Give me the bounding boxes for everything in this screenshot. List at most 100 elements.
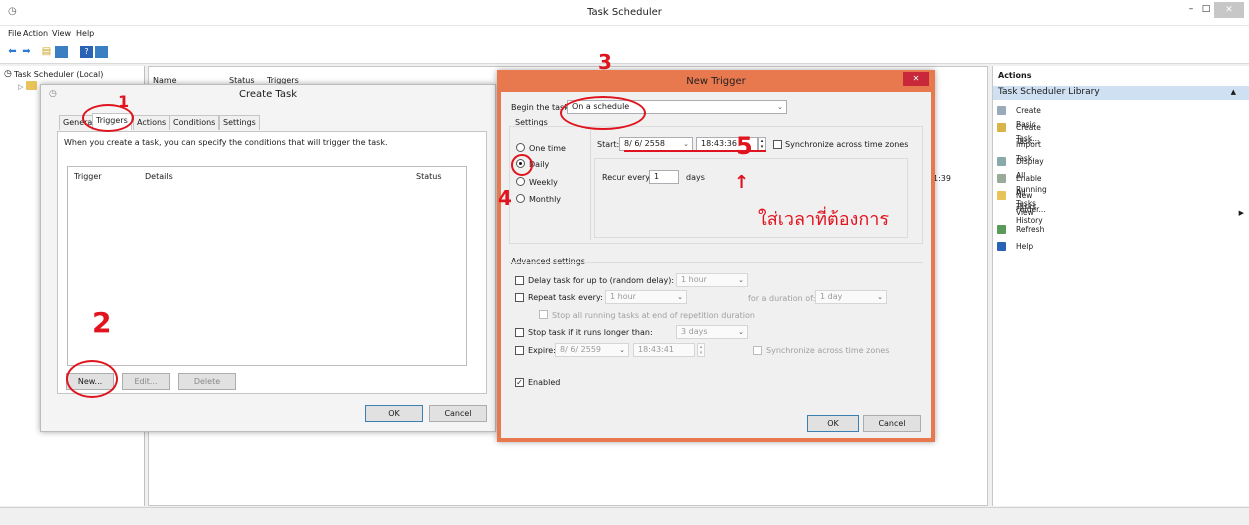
new-trigger-dialog: New Trigger ✕ Begin the task: On a sched…	[497, 70, 935, 442]
annotation-underline-time	[624, 150, 766, 152]
up-folder-icon[interactable]: ▤	[40, 46, 53, 58]
stop-longer-value: 3 days	[681, 327, 708, 336]
expire-sync-label: Synchronize across time zones	[766, 346, 890, 355]
repeat-interval-select[interactable]: 1 hour ⌄	[605, 290, 687, 304]
column-status[interactable]: Status	[416, 172, 442, 181]
chevron-down-icon: ⌄	[777, 103, 783, 111]
help-icon	[997, 242, 1006, 251]
new-trigger-titlebar: New Trigger ✕	[497, 70, 935, 92]
time-spinner[interactable]: ▴ ▾	[758, 137, 766, 151]
recur-every-label: Recur every:	[602, 173, 653, 182]
sync-timezones-checkbox[interactable]	[773, 140, 782, 149]
delay-task-checkbox[interactable]	[515, 276, 524, 285]
create-task-titlebar: ◷ Create Task	[41, 85, 495, 105]
show-hide-action-pane-icon[interactable]	[95, 46, 108, 58]
repeat-task-label: Repeat task every:	[528, 293, 603, 302]
create-task-icon	[997, 123, 1006, 132]
action-label: Help	[1016, 242, 1034, 251]
create-task-ok-button[interactable]: OK	[365, 405, 423, 422]
enabled-checkbox[interactable]: ✓	[515, 378, 524, 387]
enabled-label: Enabled	[528, 378, 561, 387]
new-trigger-ok-button[interactable]: OK	[807, 415, 859, 432]
create-task-title: Create Task	[239, 89, 297, 100]
create-task-cancel-button[interactable]: Cancel	[429, 405, 487, 422]
expire-time-input[interactable]: 18:43:41	[633, 343, 695, 357]
delete-trigger-button[interactable]: Delete	[178, 373, 236, 390]
tab-settings[interactable]: Settings	[219, 115, 260, 130]
status-bar	[0, 507, 1249, 525]
history-icon	[997, 174, 1006, 183]
stop-if-longer-select[interactable]: 3 days ⌄	[676, 325, 748, 339]
title-bar: ◷ Task Scheduler – □ ✕	[0, 0, 1249, 26]
new-trigger-close-button[interactable]: ✕	[903, 72, 929, 86]
show-hide-tree-icon[interactable]	[55, 46, 68, 58]
delay-task-label: Delay task for up to (random delay):	[528, 276, 675, 285]
annotation-number-4: 4	[498, 186, 512, 210]
help-icon[interactable]: ?	[80, 46, 93, 58]
tab-conditions[interactable]: Conditions	[169, 115, 220, 130]
actions-section-title: Task Scheduler Library	[998, 87, 1100, 97]
start-date-picker[interactable]: 8/ 6/ 2558 ⌄	[619, 137, 693, 151]
radio-monthly[interactable]	[516, 194, 525, 203]
expire-date-picker[interactable]: 8/ 6/ 2559 ⌄	[555, 343, 629, 357]
action-label: Refresh	[1016, 225, 1045, 234]
back-arrow-icon[interactable]: ⬅	[6, 46, 19, 58]
refresh-icon	[997, 225, 1006, 234]
maximize-button[interactable]: □	[1199, 4, 1213, 16]
column-details[interactable]: Details	[145, 172, 173, 181]
duration-select[interactable]: 1 day ⌄	[815, 290, 887, 304]
edit-trigger-button[interactable]: Edit...	[122, 373, 170, 390]
menu-file[interactable]: File	[8, 29, 21, 38]
radio-weekly[interactable]	[516, 177, 525, 186]
basic-task-icon	[997, 106, 1006, 115]
library-folder-icon[interactable]	[26, 81, 37, 90]
stop-running-tasks-checkbox[interactable]	[539, 310, 548, 319]
chevron-down-icon: ⌄	[738, 328, 744, 336]
column-trigger[interactable]: Trigger	[74, 172, 102, 181]
repeat-value: 1 hour	[610, 292, 636, 301]
menu-help[interactable]: Help	[76, 29, 94, 38]
menu-view[interactable]: View	[52, 29, 71, 38]
new-trigger-cancel-button[interactable]: Cancel	[863, 415, 921, 432]
submenu-arrow-icon: ▶	[1238, 209, 1244, 217]
action-view[interactable]: View ▶	[1009, 206, 1244, 220]
annotation-number-3: 3	[598, 50, 612, 74]
collapse-icon[interactable]: ▲	[1231, 88, 1236, 96]
recur-unit-label: days	[686, 173, 705, 182]
radio-one-time-label: One time	[529, 144, 566, 153]
triggers-table: Trigger Details Status	[67, 166, 467, 366]
folder-icon	[997, 191, 1006, 200]
tree-root[interactable]: Task Scheduler (Local)	[14, 70, 103, 79]
expire-label: Expire:	[528, 346, 556, 355]
menu-action[interactable]: Action	[23, 29, 48, 38]
expand-icon[interactable]: ▷	[18, 83, 23, 91]
radio-one-time[interactable]	[516, 143, 525, 152]
chevron-down-icon: ⌄	[683, 140, 689, 148]
toolbar: ⬅ ➡ ▤ ?	[0, 42, 1249, 64]
actions-header: Actions	[998, 71, 1032, 80]
action-label: View	[1016, 208, 1034, 217]
start-date-value: 8/ 6/ 2558	[624, 139, 666, 148]
actions-pane: Actions Task Scheduler Library ▲ Create …	[992, 66, 1249, 506]
delay-select[interactable]: 1 hour ⌄	[676, 273, 748, 287]
close-button[interactable]: ✕	[1214, 2, 1244, 18]
menu-bar: File Action View Help	[0, 26, 1249, 42]
triggers-description: When you create a task, you can specify …	[64, 138, 388, 147]
radio-monthly-label: Monthly	[529, 195, 562, 204]
annotation-arrow: ↑	[734, 172, 750, 193]
recur-days-input[interactable]: 1	[649, 170, 679, 184]
repeat-task-checkbox[interactable]	[515, 293, 524, 302]
expire-checkbox[interactable]	[515, 346, 524, 355]
forward-arrow-icon[interactable]: ➡	[20, 46, 33, 58]
tab-actions[interactable]: Actions	[133, 115, 171, 130]
list-cell-time: 1:39	[933, 174, 951, 183]
window-title: Task Scheduler	[587, 7, 662, 18]
minimize-button[interactable]: –	[1184, 4, 1198, 16]
actions-section-header[interactable]: Task Scheduler Library ▲	[993, 86, 1249, 100]
duration-value: 1 day	[820, 292, 843, 301]
expire-time-spinner[interactable]: ▴ ▾	[697, 343, 705, 357]
clock-icon: ◷	[4, 69, 12, 79]
annotation-circle-new	[66, 360, 118, 398]
stop-if-longer-checkbox[interactable]	[515, 328, 524, 337]
expire-sync-checkbox[interactable]	[753, 346, 762, 355]
